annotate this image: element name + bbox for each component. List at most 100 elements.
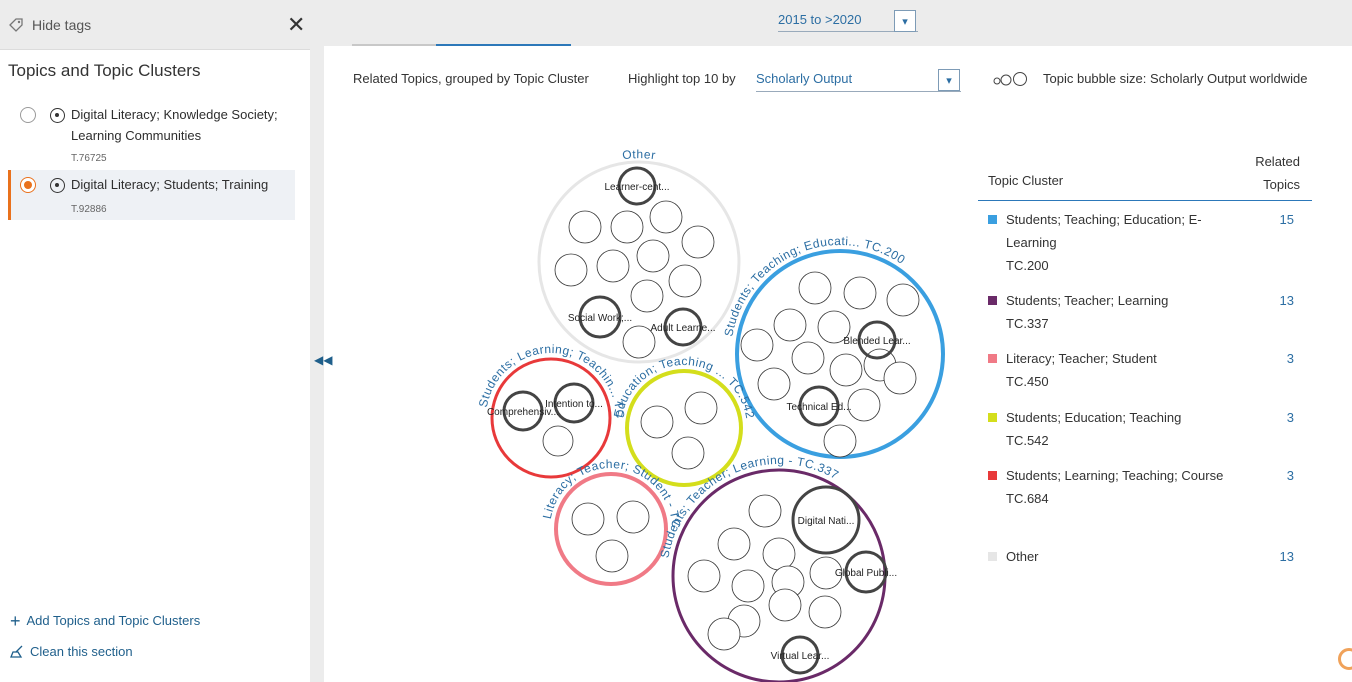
legend-divider bbox=[978, 200, 1312, 201]
clean-section-link[interactable]: Clean this section bbox=[10, 644, 133, 659]
topic-bubble bbox=[791, 341, 825, 375]
topic-item[interactable]: Digital Literacy; Students; Training T.9… bbox=[8, 170, 295, 220]
topic-bubble bbox=[636, 239, 670, 273]
related-topics-header: Related Topics bbox=[1255, 154, 1300, 192]
topic-bubble-label: Social Work;... bbox=[568, 313, 632, 324]
legend-cluster-code: TC.684 bbox=[1006, 491, 1049, 506]
topic-bubble-label: Global Publi... bbox=[835, 568, 897, 579]
topic-bubble-label: Virtual Lear... bbox=[771, 651, 830, 662]
topic-bubble bbox=[843, 276, 877, 310]
topic-bubble bbox=[568, 210, 602, 244]
topic-item[interactable]: Digital Literacy; Knowledge Society; Lea… bbox=[8, 100, 295, 164]
legend-cluster-code: TC.450 bbox=[1006, 374, 1049, 389]
top-bar: 2015 to >2020 ▾ bbox=[324, 0, 1352, 46]
chevron-down-icon[interactable]: ▾ bbox=[938, 69, 960, 91]
topic-bubble bbox=[610, 210, 644, 244]
highlight-select[interactable]: Scholarly Output bbox=[756, 71, 961, 92]
topic-label: Digital Literacy; Knowledge Society; Lea… bbox=[71, 107, 278, 143]
topic-bubble-label: Learner-cent... bbox=[604, 182, 669, 193]
topic-bubble bbox=[773, 308, 807, 342]
topic-label: Digital Literacy; Students; Training bbox=[71, 177, 269, 192]
legend-swatch bbox=[988, 471, 997, 480]
topic-bubble bbox=[668, 264, 702, 298]
legend-count[interactable]: 3 bbox=[1287, 347, 1294, 370]
grouping-label: Related Topics, grouped by Topic Cluster bbox=[353, 71, 589, 86]
legend-swatch bbox=[988, 215, 997, 224]
topic-icon bbox=[50, 178, 65, 193]
topic-bubble bbox=[649, 200, 683, 234]
legend-swatch bbox=[988, 296, 997, 305]
date-range-value: 2015 to >2020 bbox=[778, 12, 862, 27]
topic-bubble-label: Technical Ed... bbox=[786, 402, 851, 413]
legend-count[interactable]: 15 bbox=[1280, 208, 1294, 231]
legend-swatch bbox=[988, 552, 997, 561]
legend-cluster-code: TC.337 bbox=[1006, 316, 1049, 331]
topic-icon bbox=[50, 108, 65, 123]
topic-bubble bbox=[554, 253, 588, 287]
legend-count[interactable]: 13 bbox=[1280, 289, 1294, 312]
cluster-label-tc542: Education; Teaching ... TC.542 bbox=[611, 354, 757, 420]
legend-cluster-name: Students; Learning; Teaching; Course TC.6… bbox=[1006, 468, 1224, 506]
topic-bubble bbox=[630, 279, 664, 313]
cluster-label-other: Other bbox=[622, 147, 657, 162]
legend-count[interactable]: 13 bbox=[1280, 545, 1294, 568]
topic-cluster-header: Topic Cluster bbox=[988, 173, 1064, 188]
topic-bubble bbox=[640, 405, 674, 439]
topic-bubble bbox=[671, 436, 705, 470]
topic-bubble-label: Comprehensiv... bbox=[487, 407, 559, 418]
topic-bubble bbox=[829, 353, 863, 387]
collapse-sidebar-icon[interactable]: ◀◀ bbox=[314, 353, 332, 367]
topic-bubble-label: Blended Lear... bbox=[843, 336, 910, 347]
legend-cluster-name: Other bbox=[1006, 549, 1039, 564]
topic-bubble bbox=[616, 500, 650, 534]
tab-underline bbox=[352, 44, 436, 46]
topic-bubble bbox=[808, 595, 842, 629]
topic-bubble-label: Adult Learne... bbox=[650, 323, 715, 334]
sidebar: Hide tags ✕ Topics and Topic Clusters Di… bbox=[0, 0, 310, 682]
legend-count[interactable]: 3 bbox=[1287, 406, 1294, 429]
topic-bubble bbox=[762, 537, 796, 571]
hide-tags-button[interactable]: Hide tags bbox=[8, 17, 91, 33]
highlight-value: Scholarly Output bbox=[756, 71, 853, 86]
tab-underline-active bbox=[436, 44, 571, 46]
topic-bubble bbox=[717, 527, 751, 561]
topic-bubble bbox=[687, 559, 721, 593]
topic-bubble bbox=[847, 388, 881, 422]
topic-bubble bbox=[757, 367, 791, 401]
help-ring-icon[interactable] bbox=[1338, 648, 1352, 670]
highlight-label: Highlight top 10 by bbox=[628, 71, 736, 86]
legend-cluster-name: Students; Teacher; Learning TC.337 bbox=[1006, 293, 1169, 331]
clean-section-label: Clean this section bbox=[30, 644, 133, 659]
topic-bubble bbox=[740, 328, 774, 362]
topic-bubble bbox=[823, 424, 857, 458]
topic-code: T.76725 bbox=[71, 153, 107, 164]
topic-bubble bbox=[681, 225, 715, 259]
section-title: Topics and Topic Clusters bbox=[8, 61, 201, 80]
topic-radio[interactable] bbox=[20, 107, 36, 123]
legend-swatch bbox=[988, 413, 997, 422]
topic-radio[interactable] bbox=[20, 177, 36, 193]
plus-icon: + bbox=[10, 610, 21, 631]
topic-bubble bbox=[596, 249, 630, 283]
legend-cluster-name: Students; Teaching; Education; E-Learnin… bbox=[1006, 212, 1202, 273]
topic-bubble bbox=[748, 494, 782, 528]
add-topics-link[interactable]: + Add Topics and Topic Clusters bbox=[10, 610, 200, 631]
legend-cluster-name: Literacy; Teacher; Student TC.450 bbox=[1006, 351, 1157, 389]
chevron-down-icon[interactable]: ▾ bbox=[894, 10, 916, 32]
sidebar-header: Hide tags ✕ bbox=[0, 0, 310, 50]
close-icon[interactable]: ✕ bbox=[287, 14, 305, 36]
legend-count[interactable]: 3 bbox=[1287, 464, 1294, 487]
topic-code: T.92886 bbox=[71, 204, 107, 215]
legend-swatch bbox=[988, 354, 997, 363]
topic-bubble-label: Digital Nati... bbox=[798, 516, 855, 527]
topic-bubble bbox=[707, 617, 741, 651]
topic-bubble bbox=[571, 502, 605, 536]
topic-bubble bbox=[798, 271, 832, 305]
legend-cluster-code: TC.542 bbox=[1006, 433, 1049, 448]
topic-cluster-bubble-chart: OtherStudents; Teaching; Educati... TC.2… bbox=[440, 120, 945, 682]
sidebar-rail bbox=[310, 0, 324, 682]
topic-bubble bbox=[684, 391, 718, 425]
bubble-size-icon bbox=[993, 72, 1027, 86]
tag-icon bbox=[9, 18, 23, 32]
topic-bubble bbox=[768, 588, 802, 622]
